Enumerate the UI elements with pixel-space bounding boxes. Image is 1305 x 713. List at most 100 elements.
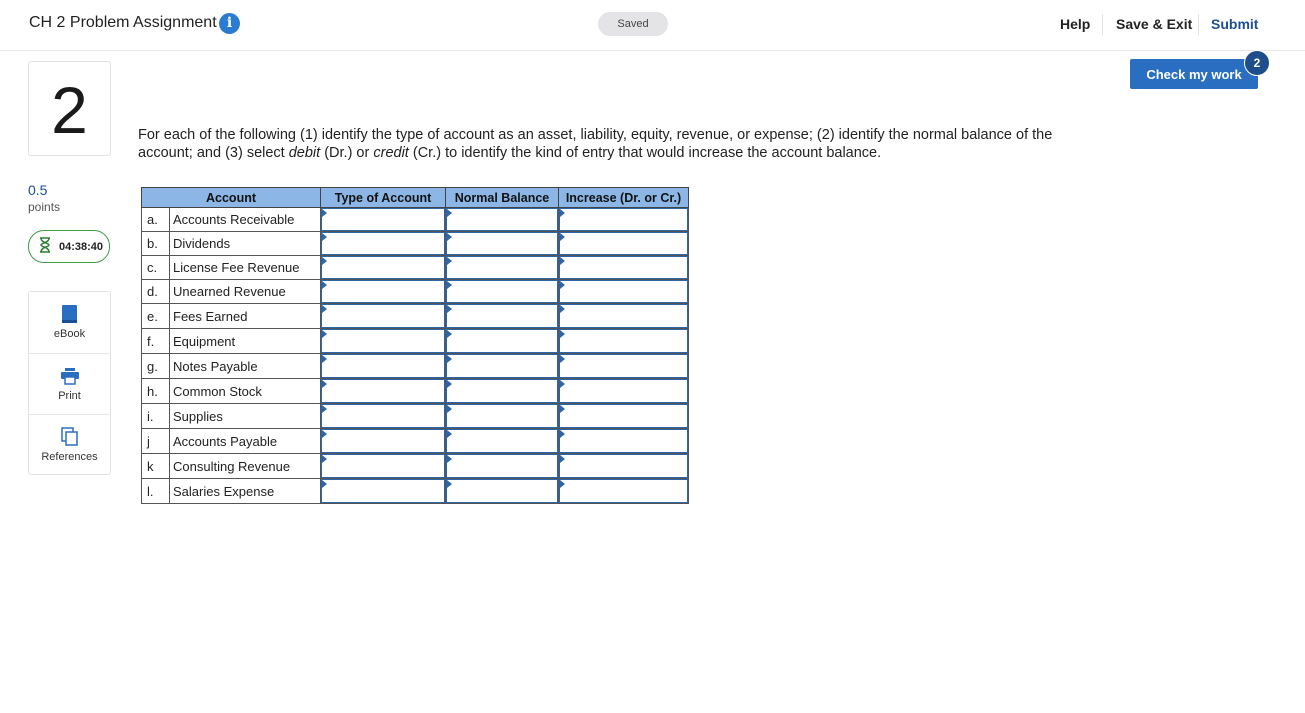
type-of-account-dropdown[interactable] xyxy=(320,303,446,329)
top-header: CH 2 Problem Assignment i Saved Help Sav… xyxy=(0,0,1305,51)
increase-dropdown[interactable] xyxy=(558,207,689,232)
row-letter: a. xyxy=(141,207,170,232)
table-row: c. License Fee Revenue xyxy=(141,255,689,280)
dropdown-arrow-icon xyxy=(560,330,565,338)
dropdown-arrow-icon xyxy=(447,281,452,289)
increase-dropdown[interactable] xyxy=(558,303,689,329)
normal-balance-dropdown[interactable] xyxy=(445,207,559,232)
dropdown-arrow-icon xyxy=(560,233,565,241)
saved-status-badge: Saved xyxy=(598,12,668,36)
increase-dropdown[interactable] xyxy=(558,453,689,479)
debit-term: debit xyxy=(288,145,321,161)
normal-balance-dropdown[interactable] xyxy=(445,478,559,504)
table-row: i. Supplies xyxy=(141,403,689,429)
table-row: a. Accounts Receivable xyxy=(141,207,689,232)
dropdown-arrow-icon xyxy=(322,209,327,217)
account-name: Salaries Expense xyxy=(169,478,321,504)
type-of-account-dropdown[interactable] xyxy=(320,255,446,280)
type-of-account-dropdown[interactable] xyxy=(320,428,446,454)
account-classification-table: Account Type of Account Normal Balance I… xyxy=(141,187,689,504)
dropdown-arrow-icon xyxy=(447,380,452,388)
type-of-account-dropdown[interactable] xyxy=(320,231,446,256)
normal-balance-dropdown[interactable] xyxy=(445,231,559,256)
table-row: g. Notes Payable xyxy=(141,353,689,379)
timer-text: 04:38:40 xyxy=(59,241,104,253)
dropdown-arrow-icon xyxy=(322,257,327,265)
submit-link[interactable]: Submit xyxy=(1211,16,1258,32)
account-name: Unearned Revenue xyxy=(169,279,321,304)
info-icon[interactable]: i xyxy=(219,13,240,34)
type-of-account-dropdown[interactable] xyxy=(320,478,446,504)
dropdown-arrow-icon xyxy=(560,305,565,313)
increase-dropdown[interactable] xyxy=(558,353,689,379)
account-name: Fees Earned xyxy=(169,303,321,329)
normal-balance-dropdown[interactable] xyxy=(445,279,559,304)
dropdown-arrow-icon xyxy=(322,380,327,388)
print-button[interactable]: Print xyxy=(29,353,110,414)
timer-badge[interactable]: 04:38:40 xyxy=(28,230,110,263)
row-letter: j xyxy=(141,428,170,454)
dropdown-arrow-icon xyxy=(447,480,452,488)
type-of-account-dropdown[interactable] xyxy=(320,353,446,379)
increase-dropdown[interactable] xyxy=(558,403,689,429)
account-name: Equipment xyxy=(169,328,321,354)
dropdown-arrow-icon xyxy=(447,430,452,438)
row-letter: f. xyxy=(141,328,170,354)
increase-dropdown[interactable] xyxy=(558,255,689,280)
table-row: f. Equipment xyxy=(141,328,689,354)
normal-balance-dropdown[interactable] xyxy=(445,328,559,354)
header-normal-balance: Normal Balance xyxy=(445,187,559,208)
question-number-card: 2 xyxy=(28,61,111,156)
attempts-badge: 2 xyxy=(1244,50,1270,76)
dropdown-arrow-icon xyxy=(560,355,565,363)
type-of-account-dropdown[interactable] xyxy=(320,279,446,304)
normal-balance-dropdown[interactable] xyxy=(445,453,559,479)
dropdown-arrow-icon xyxy=(560,430,565,438)
increase-dropdown[interactable] xyxy=(558,279,689,304)
type-of-account-dropdown[interactable] xyxy=(320,328,446,354)
ebook-button[interactable]: eBook xyxy=(29,292,110,352)
references-button[interactable]: References xyxy=(29,414,110,475)
increase-dropdown[interactable] xyxy=(558,328,689,354)
save-exit-link[interactable]: Save & Exit xyxy=(1116,16,1192,32)
account-name: Accounts Payable xyxy=(169,428,321,454)
dropdown-arrow-icon xyxy=(447,455,452,463)
dropdown-arrow-icon xyxy=(560,257,565,265)
dropdown-arrow-icon xyxy=(560,455,565,463)
table-row: d. Unearned Revenue xyxy=(141,279,689,304)
dropdown-arrow-icon xyxy=(322,330,327,338)
increase-dropdown[interactable] xyxy=(558,378,689,404)
table-row: k Consulting Revenue xyxy=(141,453,689,479)
type-of-account-dropdown[interactable] xyxy=(320,453,446,479)
increase-dropdown[interactable] xyxy=(558,428,689,454)
row-letter: k xyxy=(141,453,170,479)
dropdown-arrow-icon xyxy=(447,355,452,363)
row-letter: d. xyxy=(141,279,170,304)
increase-dropdown[interactable] xyxy=(558,231,689,256)
dropdown-arrow-icon xyxy=(447,305,452,313)
dropdown-arrow-icon xyxy=(560,281,565,289)
ebook-label: eBook xyxy=(53,328,86,340)
normal-balance-dropdown[interactable] xyxy=(445,378,559,404)
hourglass-icon xyxy=(39,237,51,256)
dropdown-arrow-icon xyxy=(322,480,327,488)
account-name: Accounts Receivable xyxy=(169,207,321,232)
increase-dropdown[interactable] xyxy=(558,478,689,504)
nav-divider xyxy=(1198,14,1199,36)
help-link[interactable]: Help xyxy=(1060,16,1090,32)
check-my-work-button[interactable]: Check my work xyxy=(1130,59,1258,89)
normal-balance-dropdown[interactable] xyxy=(445,353,559,379)
table-row: h. Common Stock xyxy=(141,378,689,404)
type-of-account-dropdown[interactable] xyxy=(320,403,446,429)
points-value: 0.5 xyxy=(28,182,48,198)
normal-balance-dropdown[interactable] xyxy=(445,255,559,280)
normal-balance-dropdown[interactable] xyxy=(445,403,559,429)
normal-balance-dropdown[interactable] xyxy=(445,428,559,454)
row-letter: i. xyxy=(141,403,170,429)
normal-balance-dropdown[interactable] xyxy=(445,303,559,329)
dropdown-arrow-icon xyxy=(322,305,327,313)
type-of-account-dropdown[interactable] xyxy=(320,378,446,404)
type-of-account-dropdown[interactable] xyxy=(320,207,446,232)
header-account: Account xyxy=(141,187,321,208)
book-icon xyxy=(61,304,79,324)
